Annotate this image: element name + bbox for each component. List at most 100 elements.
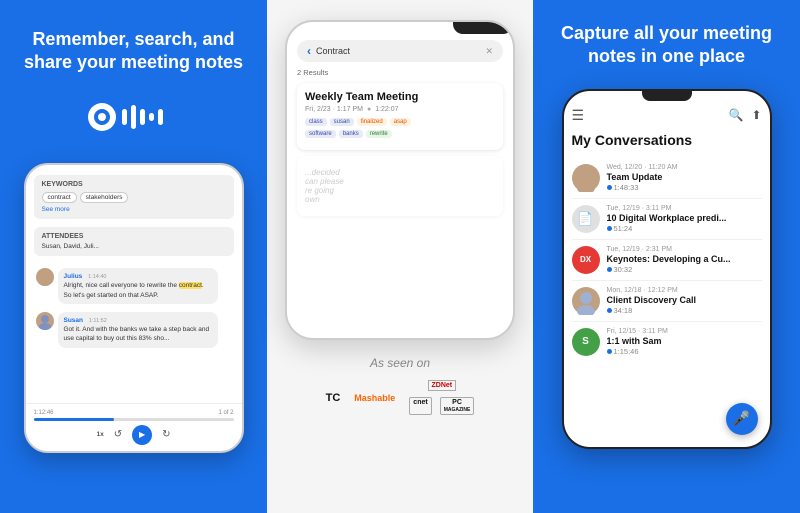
otter-logo: [84, 95, 184, 139]
duration-1on1-sam: 1:15:46: [607, 347, 762, 356]
phone-left: KEYWORDS contract stakeholders See more …: [24, 163, 244, 453]
panel-right: Capture all your meeting notes in one pl…: [533, 0, 800, 513]
speaker-julius: Julius: [64, 273, 83, 280]
chat-bubbles: Julius 1:14:40 Alright, nice call everyo…: [34, 264, 234, 360]
keywords-label: KEYWORDS: [42, 181, 226, 188]
attendees-label: ATTENDEES: [42, 233, 226, 240]
date-digital-workplace: Tue, 12/19 · 3:11 PM: [607, 205, 762, 212]
phone-right-inner: ☰ 🔍 ⬆ My Conversations Wed, 12/20 · 11:2…: [564, 101, 770, 362]
highlight-contract: contract: [179, 282, 202, 289]
meeting-meta: Fri, 2/23 · 1:17 PM ● 1:22:07: [305, 106, 495, 113]
page-indicator: 1 of 2: [218, 410, 233, 416]
attendees-value: Susan, David, Juli...: [42, 243, 226, 250]
logo-pc: PCMAGAZINE: [440, 397, 475, 415]
conversation-team-update[interactable]: Wed, 12/20 · 11:20 AM Team Update 1:48:3…: [572, 158, 762, 199]
phone-middle: ‹ Contract ✕ 2 Results Weekly Team Meeti…: [285, 20, 515, 340]
right-headline: Capture all your meeting notes in one pl…: [549, 22, 784, 69]
speed-button[interactable]: 1x: [96, 431, 103, 438]
as-seen-on: As seen on TC Mashable ZDNet cnet PCMAGA…: [326, 356, 475, 415]
upload-icon[interactable]: ⬆: [751, 108, 761, 122]
tag-susan: susan: [330, 118, 354, 126]
logo-zdnet: ZDNet: [428, 380, 457, 391]
clear-icon[interactable]: ✕: [485, 46, 493, 57]
duration-dot-2: [607, 226, 612, 231]
card2-placeholder: ...decidedcan pleasere goingown: [305, 168, 495, 204]
chat-row-susan: Susan 1:11:52 Got it. And with the banks…: [36, 312, 232, 348]
see-more-link[interactable]: See more: [42, 206, 226, 213]
panel-middle: ‹ Contract ✕ 2 Results Weekly Team Meeti…: [267, 0, 533, 513]
phone-notch: [453, 22, 513, 34]
rewind-button[interactable]: ↺: [114, 429, 122, 440]
name-keynotes: Keynotes: Developing a Cu...: [607, 254, 762, 264]
phone-inner-middle: ‹ Contract ✕ 2 Results Weekly Team Meeti…: [287, 34, 513, 232]
audio-progress[interactable]: [34, 418, 234, 421]
menu-icon[interactable]: ☰: [572, 107, 585, 124]
meeting-duration: 1:22:07: [375, 106, 398, 113]
date-client-discovery: Mon, 12/18 · 12:12 PM: [607, 287, 762, 294]
audio-progress-fill: [34, 418, 114, 421]
search-bar[interactable]: ‹ Contract ✕: [297, 40, 503, 62]
results-label: 2 Results: [297, 68, 503, 77]
meeting-title: Weekly Team Meeting: [305, 91, 495, 103]
meeting-card-1[interactable]: Weekly Team Meeting Fri, 2/23 · 1:17 PM …: [297, 83, 503, 150]
keywords-section: KEYWORDS contract stakeholders See more: [34, 175, 234, 219]
date-keynotes: Tue, 12/19 · 2:31 PM: [607, 246, 762, 253]
duration-keynotes: 30:32: [607, 265, 762, 274]
conversation-1on1-sam[interactable]: S Fri, 12/15 · 3:11 PM 1:1 with Sam 1:15…: [572, 322, 762, 362]
avatar-keynotes: DX: [572, 246, 600, 274]
phone-right-notch: [642, 91, 692, 101]
search-icon[interactable]: 🔍: [728, 108, 743, 122]
logo-area: [84, 95, 184, 139]
logo-cnet: cnet: [409, 397, 431, 415]
audio-time: 1:12:46: [34, 410, 54, 416]
meeting-date: Fri, 2/23 · 1:17 PM: [305, 106, 363, 113]
avatar-susan: [36, 312, 54, 330]
dot-separator: ●: [367, 106, 371, 113]
mic-fab-button[interactable]: 🎤: [726, 403, 758, 435]
phone-right: ☰ 🔍 ⬆ My Conversations Wed, 12/20 · 11:2…: [562, 89, 772, 449]
conv-info-1on1-sam: Fri, 12/15 · 3:11 PM 1:1 with Sam 1:15:4…: [607, 328, 762, 356]
pr-header: ☰ 🔍 ⬆: [572, 107, 762, 124]
tag-rewrite: rewrite: [366, 130, 392, 138]
duration-dot-5: [607, 349, 612, 354]
conv-info-client-discovery: Mon, 12/18 · 12:12 PM Client Discovery C…: [607, 287, 762, 315]
conv-info-digital-workplace: Tue, 12/19 · 3:11 PM 10 Digital Workplac…: [607, 205, 762, 233]
time-julius: 1:14:40: [88, 274, 106, 280]
attendees-section: ATTENDEES Susan, David, Juli...: [34, 227, 234, 256]
duration-dot: [607, 185, 612, 190]
tag-class: class: [305, 118, 327, 126]
tag-row-1: class susan finalized asap: [305, 118, 495, 126]
name-client-discovery: Client Discovery Call: [607, 295, 762, 305]
date-team-update: Wed, 12/20 · 11:20 AM: [607, 164, 762, 171]
avatar-client-discovery: [572, 287, 600, 315]
audio-controls: 1x ↺ ▶ ↻: [34, 425, 234, 445]
back-arrow-icon[interactable]: ‹: [307, 44, 311, 58]
duration-client-discovery: 34:18: [607, 306, 762, 315]
tag-asap: asap: [390, 118, 411, 126]
search-input[interactable]: Contract: [316, 46, 480, 56]
tag-finalized: finalized: [357, 118, 387, 126]
name-digital-workplace: 10 Digital Workplace predi...: [607, 213, 762, 223]
conversation-keynotes[interactable]: DX Tue, 12/19 · 2:31 PM Keynotes: Develo…: [572, 240, 762, 281]
keyword-chips: contract stakeholders: [42, 192, 226, 203]
conversations-title: My Conversations: [572, 132, 762, 148]
audio-bar: 1:12:46 1 of 2 1x ↺ ▶ ↻: [26, 403, 242, 451]
bubble-julius: Julius 1:14:40 Alright, nice call everyo…: [58, 268, 218, 304]
avatar-julius: [36, 268, 54, 286]
tag-software: software: [305, 130, 336, 138]
panel-left: Remember, search, and share your meeting…: [0, 0, 267, 513]
play-button[interactable]: ▶: [132, 425, 152, 445]
name-1on1-sam: 1:1 with Sam: [607, 336, 762, 346]
logo-mashable: Mashable: [354, 393, 395, 403]
duration-dot-3: [607, 267, 612, 272]
avatar-team-update: [572, 164, 600, 192]
chip-contract: contract: [42, 192, 77, 203]
time-susan: 1:11:52: [89, 318, 107, 324]
tag-banks: banks: [339, 130, 363, 138]
forward-button[interactable]: ↻: [162, 429, 170, 440]
meeting-card-2[interactable]: ...decidedcan pleasere goingown: [297, 156, 503, 216]
conversation-digital-workplace[interactable]: 📄 Tue, 12/19 · 3:11 PM 10 Digital Workpl…: [572, 199, 762, 240]
conversation-client-discovery[interactable]: Mon, 12/18 · 12:12 PM Client Discovery C…: [572, 281, 762, 322]
as-seen-label: As seen on: [326, 356, 475, 370]
name-team-update: Team Update: [607, 172, 762, 182]
